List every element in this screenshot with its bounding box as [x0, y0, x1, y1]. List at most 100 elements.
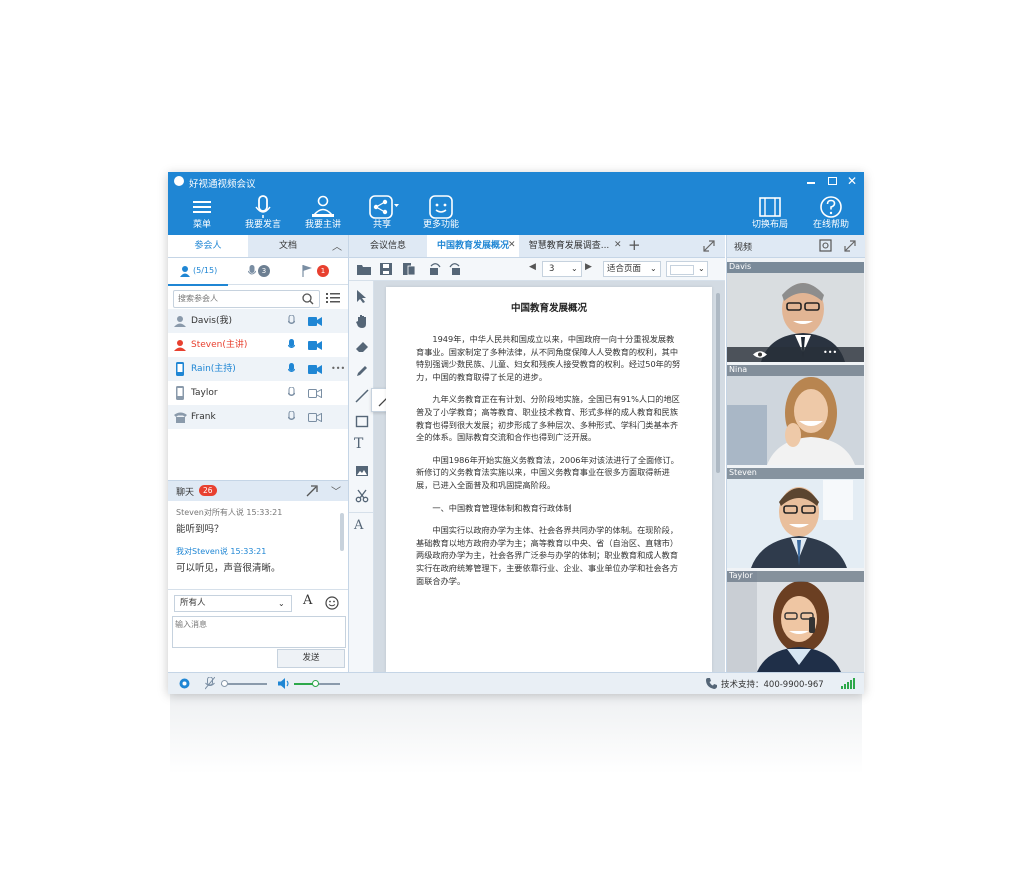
send-button[interactable]: 发送: [277, 649, 345, 668]
image-icon[interactable]: [355, 464, 369, 478]
tab-documents[interactable]: 文档: [248, 235, 328, 257]
color-select[interactable]: ⌄: [666, 261, 708, 277]
video-tile-steven[interactable]: Steven: [727, 468, 864, 568]
microphone-icon[interactable]: [288, 363, 295, 375]
maximize-icon[interactable]: [828, 177, 837, 185]
chat-input[interactable]: [172, 616, 346, 648]
mic-volume-knob[interactable]: [221, 680, 228, 687]
chat-target-value: 所有人: [180, 598, 206, 608]
tab-participants[interactable]: 参会人: [168, 235, 248, 257]
expand-icon[interactable]: [844, 240, 856, 252]
camera-off-icon[interactable]: [308, 389, 322, 398]
microphone-icon[interactable]: [288, 411, 295, 423]
close-tab-icon[interactable]: ✕: [508, 240, 516, 250]
tab-meeting-info[interactable]: 会议信息: [349, 235, 427, 257]
camera-icon[interactable]: [308, 317, 322, 326]
chat-unread-badge: 26: [199, 485, 217, 496]
participant-row[interactable]: Steven(主讲): [168, 333, 348, 357]
emoji-icon[interactable]: [325, 596, 339, 610]
collapse-icon[interactable]: ︿: [332, 238, 342, 253]
video-tile-davis[interactable]: Davis •••: [727, 262, 864, 362]
share-button[interactable]: 共享: [363, 193, 401, 235]
list-view-icon[interactable]: [326, 292, 340, 304]
rotate-right-icon[interactable]: [449, 263, 462, 275]
host-button[interactable]: 我要主讲: [301, 193, 345, 235]
save-icon[interactable]: [380, 263, 392, 275]
speak-button[interactable]: 我要发言: [241, 193, 285, 235]
participant-row[interactable]: Frank: [168, 405, 348, 429]
screenshot-icon[interactable]: [819, 239, 832, 252]
zoom-value: 适合页面: [607, 264, 642, 274]
line-icon[interactable]: [355, 389, 369, 403]
microphone-active-icon[interactable]: [288, 339, 295, 351]
pop-out-icon[interactable]: [306, 485, 318, 497]
color-swatch: [670, 265, 694, 275]
hand-icon[interactable]: [355, 314, 369, 328]
page-number-select[interactable]: 3 ⌄: [542, 261, 582, 277]
participant-name: Taylor: [191, 388, 218, 398]
more-options-icon[interactable]: •••: [823, 348, 837, 357]
participant-row[interactable]: Rain(主持) •••: [168, 357, 348, 381]
speaker-icon[interactable]: [278, 678, 291, 689]
video-name-bar: [727, 365, 864, 376]
video-header: 视频: [727, 235, 865, 258]
video-tile-taylor[interactable]: Taylor: [727, 571, 864, 672]
app-window: 好视通视频会议 ✕ 菜单 我要发言 我要主讲 共享 更多功能 切换布局 在线帮助…: [168, 172, 865, 694]
microphone-icon[interactable]: [288, 387, 295, 399]
menu-button[interactable]: 菜单: [184, 193, 220, 235]
tab-smart-education[interactable]: 智慧教育发展调查...: [521, 235, 617, 257]
prev-page-icon[interactable]: ◀: [529, 262, 536, 272]
divider: [349, 512, 373, 513]
tab-education-overview[interactable]: 中国教育发展概况: [427, 235, 519, 257]
font-tool-icon[interactable]: A: [354, 518, 363, 533]
webcam-icon[interactable]: [179, 678, 190, 689]
pen-icon[interactable]: [355, 364, 369, 378]
video-tile-nina[interactable]: Nina: [727, 365, 864, 465]
search-icon[interactable]: [302, 293, 314, 305]
chat-scrollbar[interactable]: [340, 513, 344, 551]
pointer-icon[interactable]: [355, 289, 369, 303]
next-page-icon[interactable]: ▶: [585, 262, 592, 272]
participant-row[interactable]: Taylor: [168, 381, 348, 405]
microphone-muted-icon[interactable]: [205, 677, 215, 690]
chat-header: 聊天 26 ﹀: [168, 480, 348, 501]
more-features-button[interactable]: 更多功能: [421, 193, 461, 235]
document-paragraph: 中国实行以政府办学为主体、社会各界共同办学的体制。在现阶段，基础教育以地方政府办…: [416, 525, 679, 586]
document-convert-icon[interactable]: [403, 263, 415, 275]
search-input[interactable]: [178, 292, 293, 305]
online-help-button[interactable]: 在线帮助: [809, 193, 853, 235]
zoom-select[interactable]: 适合页面 ⌄: [603, 261, 661, 277]
filter-all[interactable]: (5/15): [168, 258, 228, 286]
close-tab-icon[interactable]: ✕: [614, 240, 622, 250]
rotate-left-icon[interactable]: [428, 263, 441, 275]
video-title: 视频: [734, 243, 753, 253]
mic-count-badge: 3: [258, 265, 270, 277]
video-name: Nina: [729, 365, 748, 374]
camera-icon[interactable]: [308, 365, 322, 374]
font-format-icon[interactable]: A: [303, 593, 312, 608]
eye-icon[interactable]: [753, 350, 767, 359]
filter-flag[interactable]: 1: [300, 258, 330, 284]
eraser-icon[interactable]: [355, 339, 369, 353]
menu-label: 菜单: [192, 220, 211, 230]
add-tab-icon[interactable]: +: [628, 236, 641, 254]
chat-target-select[interactable]: 所有人 ⌄: [174, 595, 292, 612]
chevron-down-icon[interactable]: ﹀: [331, 483, 341, 498]
camera-off-icon[interactable]: [308, 413, 322, 422]
more-options-icon[interactable]: •••: [331, 357, 345, 381]
expand-icon[interactable]: [703, 240, 715, 252]
document-scrollbar[interactable]: [716, 293, 720, 473]
speaker-volume-knob[interactable]: [312, 680, 319, 687]
participant-row[interactable]: Davis(我): [168, 309, 348, 333]
minimize-icon[interactable]: [807, 182, 815, 184]
scissors-icon[interactable]: [355, 489, 369, 503]
rectangle-icon[interactable]: [355, 414, 369, 428]
filter-mic[interactable]: 3: [246, 258, 276, 284]
text-tool-icon[interactable]: T: [354, 436, 363, 452]
video-panel: 视频 Davis ••• Nina Steven Taylor: [726, 235, 865, 672]
switch-layout-button[interactable]: 切换布局: [749, 193, 791, 235]
microphone-icon[interactable]: [288, 315, 295, 327]
folder-icon[interactable]: [357, 263, 371, 275]
camera-icon[interactable]: [308, 341, 322, 350]
close-icon[interactable]: ✕: [847, 174, 857, 188]
